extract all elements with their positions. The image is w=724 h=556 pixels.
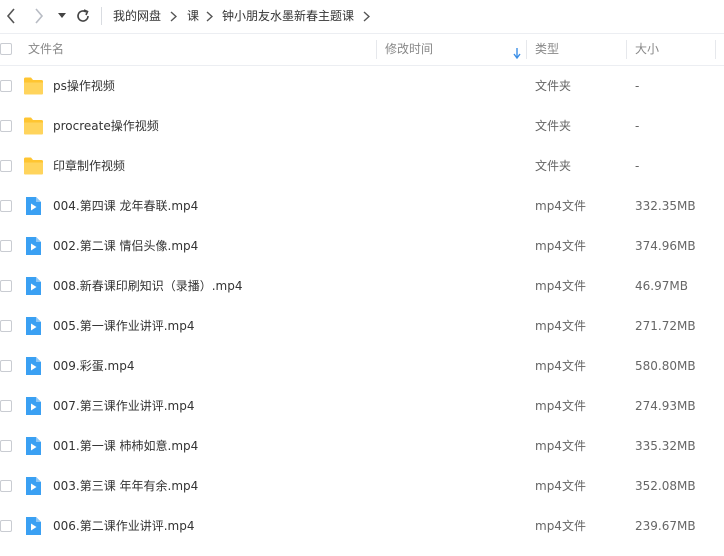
row-checkbox[interactable] <box>0 520 12 532</box>
column-type[interactable]: 类型 <box>535 34 559 65</box>
row-checkbox[interactable] <box>0 480 12 492</box>
navigation-bar: 我的网盘 课 钟小朋友水墨新春主题课 <box>0 0 724 32</box>
video-file-icon <box>23 436 44 456</box>
column-modified[interactable]: 修改时间 <box>385 34 433 65</box>
folder-row[interactable]: ps操作视频 文件夹 - <box>0 66 724 106</box>
file-type: mp4文件 <box>535 319 586 333</box>
video-file-icon <box>23 356 44 376</box>
file-name[interactable]: 008.新春课印刷知识（录播）.mp4 <box>53 266 242 306</box>
file-name[interactable]: 002.第二课 情侣头像.mp4 <box>53 226 198 266</box>
video-file-icon <box>23 316 44 336</box>
column-divider <box>626 40 627 59</box>
file-type: 文件夹 <box>535 119 572 133</box>
row-checkbox[interactable] <box>0 120 12 132</box>
file-size: 239.67MB <box>635 519 696 533</box>
file-size: 274.93MB <box>635 399 696 413</box>
select-all-checkbox[interactable] <box>0 43 12 55</box>
file-size: 374.96MB <box>635 239 696 253</box>
file-type: mp4文件 <box>535 519 586 533</box>
file-type: mp4文件 <box>535 479 586 493</box>
folder-icon <box>23 76 44 96</box>
file-name[interactable]: 006.第二课作业讲评.mp4 <box>53 506 194 546</box>
file-name[interactable]: 004.第四课 龙年春联.mp4 <box>53 186 198 226</box>
file-name[interactable]: 003.第三课 年年有余.mp4 <box>53 466 198 506</box>
breadcrumb-item[interactable]: 钟小朋友水墨新春主题课 <box>222 0 354 32</box>
file-size: 46.97MB <box>635 279 688 293</box>
file-row[interactable]: 005.第一课作业讲评.mp4 mp4文件 271.72MB <box>0 306 724 346</box>
breadcrumb-item[interactable]: 我的网盘 <box>113 0 161 32</box>
file-type: mp4文件 <box>535 239 586 253</box>
row-checkbox[interactable] <box>0 360 12 372</box>
video-file-icon <box>23 276 44 296</box>
file-size: 332.35MB <box>635 199 696 213</box>
video-file-icon <box>23 236 44 256</box>
file-type: mp4文件 <box>535 359 586 373</box>
file-size: - <box>635 119 640 133</box>
file-name[interactable]: procreate操作视频 <box>53 106 159 146</box>
file-type: mp4文件 <box>535 439 586 453</box>
file-size: 352.08MB <box>635 479 696 493</box>
row-checkbox[interactable] <box>0 160 12 172</box>
file-size: 335.32MB <box>635 439 696 453</box>
back-arrow-icon[interactable] <box>2 6 20 26</box>
file-type: 文件夹 <box>535 159 572 173</box>
file-row[interactable]: 009.彩蛋.mp4 mp4文件 580.80MB <box>0 346 724 386</box>
file-name[interactable]: 001.第一课 柿柿如意.mp4 <box>53 426 198 466</box>
nav-divider <box>101 7 102 25</box>
chevron-right-icon <box>170 0 177 32</box>
file-type: mp4文件 <box>535 199 586 213</box>
chevron-right-icon <box>206 0 213 32</box>
column-size[interactable]: 大小 <box>635 34 659 65</box>
column-divider <box>526 40 527 59</box>
video-file-icon <box>23 476 44 496</box>
file-type: mp4文件 <box>535 399 586 413</box>
file-name[interactable]: 005.第一课作业讲评.mp4 <box>53 306 194 346</box>
file-row[interactable]: 004.第四课 龙年春联.mp4 mp4文件 332.35MB <box>0 186 724 226</box>
row-checkbox[interactable] <box>0 200 12 212</box>
row-checkbox[interactable] <box>0 440 12 452</box>
video-file-icon <box>23 516 44 536</box>
video-file-icon <box>23 396 44 416</box>
column-divider <box>376 40 377 59</box>
file-row[interactable]: 003.第三课 年年有余.mp4 mp4文件 352.08MB <box>0 466 724 506</box>
file-type: mp4文件 <box>535 279 586 293</box>
file-row[interactable]: 008.新春课印刷知识（录播）.mp4 mp4文件 46.97MB <box>0 266 724 306</box>
folder-row[interactable]: procreate操作视频 文件夹 - <box>0 106 724 146</box>
chevron-right-icon <box>363 0 370 32</box>
row-checkbox[interactable] <box>0 80 12 92</box>
file-name[interactable]: 印章制作视频 <box>53 146 125 186</box>
file-row[interactable]: 001.第一课 柿柿如意.mp4 mp4文件 335.32MB <box>0 426 724 466</box>
file-name[interactable]: ps操作视频 <box>53 66 115 106</box>
file-type: 文件夹 <box>535 79 572 93</box>
file-name[interactable]: 009.彩蛋.mp4 <box>53 346 134 386</box>
column-header: 文件名 修改时间 类型 大小 <box>0 33 724 66</box>
video-file-icon <box>23 196 44 216</box>
row-checkbox[interactable] <box>0 240 12 252</box>
file-row[interactable]: 007.第三课作业讲评.mp4 mp4文件 274.93MB <box>0 386 724 426</box>
sort-descending-icon[interactable] <box>513 44 521 60</box>
history-dropdown-icon[interactable] <box>56 10 68 22</box>
row-checkbox[interactable] <box>0 280 12 292</box>
breadcrumb-item[interactable]: 课 <box>187 0 199 32</box>
row-checkbox[interactable] <box>0 400 12 412</box>
file-size: - <box>635 79 640 93</box>
column-divider <box>715 40 716 59</box>
file-size: 271.72MB <box>635 319 696 333</box>
folder-icon <box>23 116 44 136</box>
file-size: 580.80MB <box>635 359 696 373</box>
column-name[interactable]: 文件名 <box>28 34 64 65</box>
file-row[interactable]: 006.第二课作业讲评.mp4 mp4文件 239.67MB <box>0 506 724 546</box>
folder-icon <box>23 156 44 176</box>
refresh-icon[interactable] <box>74 7 92 25</box>
forward-arrow-icon[interactable] <box>30 6 48 26</box>
folder-row[interactable]: 印章制作视频 文件夹 - <box>0 146 724 186</box>
file-name[interactable]: 007.第三课作业讲评.mp4 <box>53 386 194 426</box>
file-size: - <box>635 159 640 173</box>
row-checkbox[interactable] <box>0 320 12 332</box>
file-row[interactable]: 002.第二课 情侣头像.mp4 mp4文件 374.96MB <box>0 226 724 266</box>
